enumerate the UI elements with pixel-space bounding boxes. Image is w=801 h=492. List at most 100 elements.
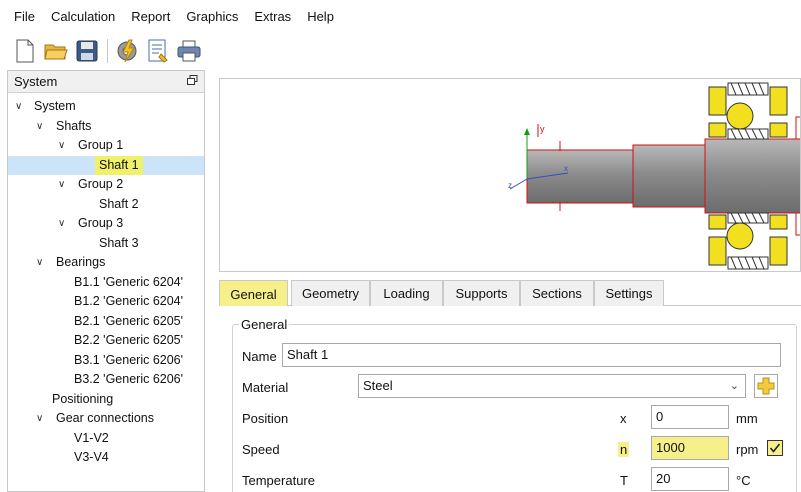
new-file-icon[interactable] [12, 38, 38, 64]
tree-item-label: B1.1 'Generic 6204' [74, 274, 184, 289]
chevron-down-icon[interactable]: ∨ [15, 97, 22, 117]
tree-item[interactable]: ∨ Gear connections [8, 409, 204, 429]
material-value: Steel [363, 378, 393, 393]
tree-item[interactable]: ∨ Group 3 [8, 214, 204, 234]
tree-item[interactable]: V3-V4 [8, 448, 204, 468]
tree-item-label: System [34, 99, 76, 113]
general-group-title: General [239, 317, 290, 332]
tree-item-label: Positioning [52, 391, 114, 406]
shaft-section-3 [704, 138, 800, 214]
menu-help[interactable]: Help [299, 0, 342, 34]
tree-item-label: Group 2 [78, 177, 124, 191]
chevron-down-icon: ⌄ [729, 380, 739, 392]
axis-x-label: x [564, 164, 568, 173]
tree-item[interactable]: ∨ Group 1 [8, 136, 204, 156]
tree-item[interactable]: B3.2 'Generic 6206' [8, 370, 204, 390]
speed-checkbox[interactable] [767, 440, 783, 456]
tree-item-label: Shafts [56, 118, 92, 133]
tree-item-label: V1-V2 [74, 430, 109, 445]
tree-item[interactable]: ∨ System [8, 97, 204, 117]
shaft-section-2 [632, 144, 708, 208]
tree-item-label: B1.2 'Generic 6204' [74, 294, 184, 308]
material-label: Material [242, 380, 289, 395]
name-label: Name [242, 349, 277, 364]
tab-loading[interactable]: Loading [370, 280, 443, 306]
tab-geometry[interactable]: Geometry [291, 280, 370, 306]
tree-item-label: B2.2 'Generic 6205' [74, 333, 184, 347]
speed-unit: rpm [736, 442, 759, 457]
bearing-top [708, 82, 788, 140]
chevron-down-icon[interactable]: ∨ [58, 175, 65, 195]
chevron-down-icon[interactable]: ∨ [36, 117, 43, 137]
tree-item-label: B3.2 'Generic 6206' [74, 372, 184, 386]
speed-label: Speed [242, 442, 280, 457]
tree-item[interactable]: V1-V2 [8, 429, 204, 449]
speed-symbol: n [618, 442, 630, 457]
toolbar [0, 34, 801, 68]
add-material-button[interactable] [754, 374, 778, 398]
tree-item-label: B3.1 'Generic 6206' [74, 352, 184, 367]
checkmark-icon [769, 443, 781, 453]
tree-item[interactable]: B2.1 'Generic 6205' [8, 312, 204, 332]
chevron-down-icon[interactable]: ∨ [36, 253, 43, 273]
general-form: General Name Shaft 1 Material Steel ⌄ Po… [219, 306, 801, 492]
tab-general[interactable]: General [219, 280, 288, 307]
chevron-down-icon[interactable]: ∨ [58, 214, 65, 234]
menu-extras[interactable]: Extras [246, 0, 299, 34]
tree-item[interactable]: Shaft 1 [8, 155, 204, 175]
speed-field[interactable]: 1000 [651, 436, 729, 460]
chevron-down-icon[interactable]: ∨ [58, 136, 65, 156]
tree-item-label: Shaft 1 [95, 155, 143, 175]
tab-bar: General Geometry Loading Supports Sectio… [219, 280, 801, 307]
tree-item-label: Shaft 3 [99, 235, 139, 250]
axis-y-label: y [540, 124, 545, 134]
tree-item[interactable]: B3.1 'Generic 6206' [8, 351, 204, 371]
toolbar-separator [107, 39, 108, 63]
tree-item-label: B2.1 'Generic 6205' [74, 313, 184, 328]
tree-item[interactable]: Shaft 2 [8, 195, 204, 215]
material-select[interactable]: Steel ⌄ [358, 374, 746, 398]
tree-item-label: Bearings [56, 255, 106, 269]
menu-report[interactable]: Report [123, 0, 178, 34]
position-unit: mm [736, 411, 758, 426]
menu-calculation[interactable]: Calculation [43, 0, 123, 34]
temperature-label: Temperature [242, 473, 315, 488]
temperature-field[interactable]: 20 [651, 467, 729, 491]
tree-item-label: Group 3 [78, 216, 124, 230]
tree-item[interactable]: B1.1 'Generic 6204' [8, 273, 204, 293]
axis-z-label: z [508, 181, 512, 190]
position-label: Position [242, 411, 289, 426]
temperature-symbol: T [620, 473, 628, 488]
tab-settings[interactable]: Settings [594, 280, 664, 306]
tab-sections[interactable]: Sections [520, 280, 594, 306]
temperature-unit: °C [736, 473, 751, 488]
bearing-bottom [708, 212, 788, 270]
tree-item[interactable]: ∨ Group 2 [8, 175, 204, 195]
restore-window-icon[interactable] [187, 74, 198, 89]
save-icon[interactable] [74, 38, 100, 64]
system-panel-header: System [8, 71, 204, 93]
tree-item[interactable]: B2.2 'Generic 6205' [8, 331, 204, 351]
plus-icon [757, 377, 775, 395]
tree-item[interactable]: Positioning [8, 390, 204, 410]
chevron-down-icon[interactable]: ∨ [36, 409, 43, 429]
report-icon[interactable] [145, 38, 171, 64]
position-field[interactable]: 0 [651, 405, 729, 429]
shaft-3d-view[interactable]: y x z [219, 78, 801, 272]
tree-item[interactable]: B1.2 'Generic 6204' [8, 292, 204, 312]
print-icon[interactable] [176, 38, 202, 64]
tree-item[interactable]: Shaft 3 [8, 234, 204, 254]
tree-item-label: Shaft 2 [99, 196, 139, 211]
menu-bar: File Calculation Report Graphics Extras … [0, 0, 801, 34]
name-field[interactable]: Shaft 1 [282, 343, 781, 367]
tree-item-label: Group 1 [78, 138, 124, 152]
open-folder-icon[interactable] [43, 38, 69, 64]
tab-supports[interactable]: Supports [443, 280, 520, 306]
menu-graphics[interactable]: Graphics [178, 0, 246, 34]
tree-item[interactable]: ∨ Shafts [8, 117, 204, 137]
position-symbol: x [620, 411, 627, 426]
calculate-icon[interactable] [114, 38, 140, 64]
menu-file[interactable]: File [6, 0, 43, 34]
tree-item-label: V3-V4 [74, 450, 109, 464]
tree-item[interactable]: ∨ Bearings [8, 253, 204, 273]
